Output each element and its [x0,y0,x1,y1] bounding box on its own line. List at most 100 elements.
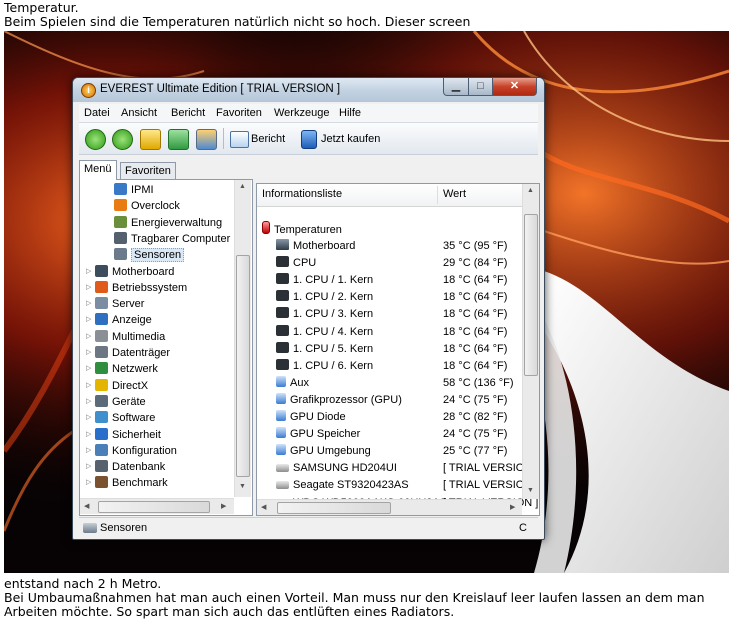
tree-item[interactable]: ▷ DirectX [86,378,148,394]
tree-item[interactable]: ▷ Datenbank [86,459,165,475]
list-row[interactable]: Aux 58 °C (136 °F) [276,375,514,392]
window-titlebar[interactable]: i EVEREST Ultimate Edition [ TRIAL VERSI… [73,78,544,102]
list-row[interactable]: 1. CPU / 1. Kern 18 °C (64 °F) [276,272,507,289]
expand-arrow-icon[interactable]: ▷ [86,280,91,296]
expand-arrow-icon[interactable]: ▷ [86,378,91,394]
list-row[interactable]: 1. CPU / 2. Kern 18 °C (64 °F) [276,289,507,306]
tree-item[interactable]: Energieverwaltung [114,215,222,231]
expand-arrow-icon[interactable]: ▷ [86,312,91,328]
motherboard-icon [276,239,289,250]
menu-item-bericht[interactable]: Bericht [171,107,205,119]
buy-now-button[interactable]: Jetzt kaufen [321,133,380,145]
expand-arrow-icon[interactable]: ▷ [86,345,91,361]
expand-arrow-icon[interactable]: ▷ [86,264,91,280]
tree-horizontal-scrollbar[interactable]: ◀ ▶ [80,498,234,514]
status-text: Sensoren [100,522,148,534]
list-scroll-thumb[interactable] [524,214,538,376]
scroll-left-arrow-icon[interactable]: ◀ [84,502,89,510]
tree-item[interactable]: ▷ Motherboard [86,264,175,280]
expand-arrow-icon[interactable]: ▷ [86,329,91,345]
tree-item-label: Motherboard [112,265,175,278]
maximize-button[interactable]: □ [468,78,493,96]
tree-item[interactable]: ▷ Anzeige [86,312,152,328]
tree-item[interactable]: Overclock [114,198,180,214]
up-folder-icon[interactable] [140,129,161,150]
forward-arrow-icon[interactable] [112,129,133,150]
expand-arrow-icon[interactable]: ▷ [86,296,91,312]
row-value: 18 °C (64 °F) [443,308,508,321]
scroll-down-arrow-icon[interactable]: ▼ [239,483,246,490]
refresh-icon[interactable] [168,129,189,150]
menu-item-ansicht[interactable]: Ansicht [121,107,157,119]
buy-icon[interactable] [301,130,317,149]
column-header-value[interactable]: Wert [443,188,466,200]
scroll-right-arrow-icon[interactable]: ▶ [221,502,226,510]
menu-bar: Datei Ansicht Bericht Favoriten Werkzeug… [79,104,538,123]
tree-item[interactable]: ▷ Datenträger [86,345,170,361]
users-icon[interactable] [196,129,217,150]
close-button[interactable]: ✕ [492,78,537,96]
list-row[interactable]: GPU Umgebung 25 °C (77 °F) [276,443,507,460]
row-value: 35 °C (95 °F) [443,240,508,252]
list-row[interactable]: GPU Speicher 24 °C (75 °F) [276,426,507,443]
tree-item-label: Software [112,412,156,425]
list-row[interactable]: Seagate ST9320423AS[ TRIAL VERSION ] [276,477,538,494]
back-arrow-icon[interactable] [85,129,106,150]
tree-item[interactable]: ▷ Multimedia [86,329,165,345]
list-hscroll-thumb[interactable] [277,502,391,514]
tab-menu[interactable]: Menü [79,160,117,180]
scroll-down-arrow-icon[interactable]: ▼ [527,487,534,494]
tree-item[interactable]: ▷ Sicherheit [86,427,161,443]
tree-item[interactable]: ▷ Server [86,296,144,312]
list-row[interactable]: CPU 29 °C (84 °F) [276,255,507,272]
scroll-right-arrow-icon[interactable]: ▶ [510,503,515,511]
scroll-left-arrow-icon[interactable]: ◀ [261,503,266,511]
tree-item[interactable]: ▷ Software [86,410,156,426]
list-row[interactable]: SAMSUNG HD204UI[ TRIAL VERSION ] [276,460,538,477]
list-row[interactable]: 1. CPU / 5. Kern 18 °C (64 °F) [276,341,507,358]
tree-item[interactable]: Tragbarer Computer [114,231,230,247]
column-divider[interactable] [437,186,438,204]
row-name: 1. CPU / 4. Kern [293,325,374,338]
tree-item[interactable]: ▷ Geräte [86,394,146,410]
menu-item-favoriten[interactable]: Favoriten [216,107,262,119]
scroll-up-arrow-icon[interactable]: ▲ [527,187,534,194]
scroll-up-arrow-icon[interactable]: ▲ [239,183,246,190]
list-vertical-scrollbar[interactable]: ▲ ▼ [522,184,539,499]
report-icon[interactable] [230,131,249,148]
tree-vertical-scrollbar[interactable]: ▲ ▼ [234,180,251,497]
list-row[interactable]: Motherboard 35 °C (95 °F) [276,238,507,255]
row-value: 24 °C (75 °F) [443,393,508,406]
tree-item[interactable]: ▷ Netzwerk [86,361,158,377]
expand-arrow-icon[interactable]: ▷ [86,443,91,459]
report-button[interactable]: Bericht [251,133,285,145]
tree-item[interactable]: IPMI [114,182,154,198]
expand-arrow-icon[interactable]: ▷ [86,427,91,443]
tree-hscroll-thumb[interactable] [98,501,210,513]
tree-item[interactable]: ▷ Konfiguration [86,443,177,459]
row-name: Seagate ST9320423AS [293,479,409,492]
expand-arrow-icon[interactable]: ▷ [86,475,91,491]
row-name: SAMSUNG HD204UI [293,462,397,475]
menu-item-hilfe[interactable]: Hilfe [339,107,361,119]
list-row[interactable]: Grafikprozessor (GPU) 24 °C (75 °F) [276,392,507,409]
list-row[interactable]: 1. CPU / 6. Kern 18 °C (64 °F) [276,358,507,375]
list-row[interactable]: 1. CPU / 4. Kern 18 °C (64 °F) [276,324,507,341]
menu-item-werkzeuge[interactable]: Werkzeuge [274,107,329,119]
minimize-button[interactable]: ▁ [443,78,469,96]
list-horizontal-scrollbar[interactable]: ◀ ▶ [257,499,522,515]
list-row[interactable]: GPU Diode 28 °C (82 °F) [276,409,507,426]
expand-arrow-icon[interactable]: ▷ [86,361,91,377]
tree-scroll-thumb[interactable] [236,255,250,477]
tree-item[interactable]: ▷ Betriebssystem [86,280,187,296]
menu-item-datei[interactable]: Datei [84,107,110,119]
list-row[interactable]: 1. CPU / 3. Kern 18 °C (64 °F) [276,306,507,323]
expand-arrow-icon[interactable]: ▷ [86,410,91,426]
expand-arrow-icon[interactable]: ▷ [86,459,91,475]
column-header-name[interactable]: Informationsliste [262,188,342,200]
expand-arrow-icon[interactable]: ▷ [86,394,91,410]
tab-favorites[interactable]: Favoriten [120,162,176,179]
tree-item[interactable]: ▷ Benchmark [86,475,168,491]
tree-item[interactable]: Sensoren [114,247,185,263]
row-name: Grafikprozessor (GPU) [290,393,402,406]
